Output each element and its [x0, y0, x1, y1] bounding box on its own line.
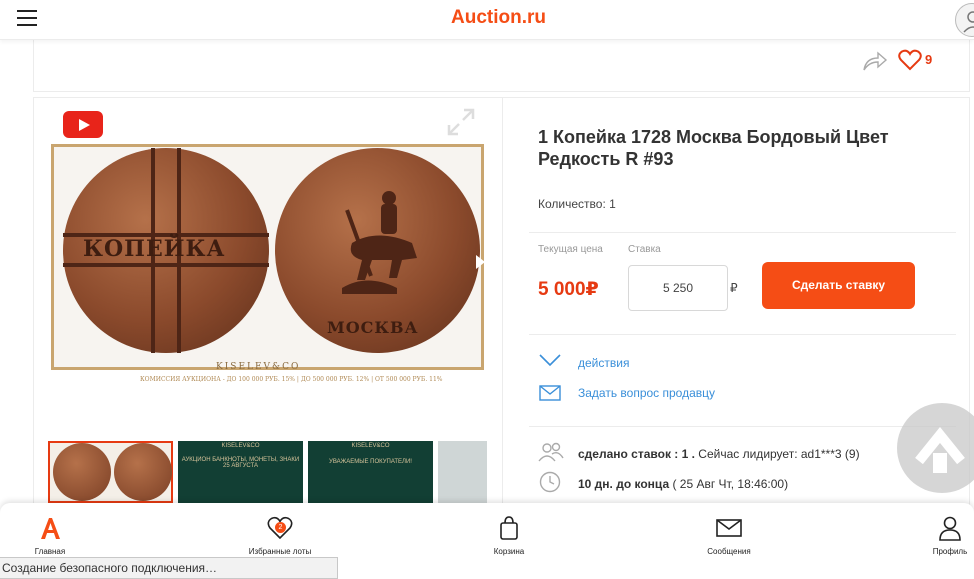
time-left-date: ( 25 Авг Чт, 18:46:00)	[669, 477, 789, 491]
fullscreen-icon[interactable]	[445, 106, 477, 143]
favorites-badge: 2	[275, 522, 286, 533]
separator	[529, 334, 956, 335]
bid-input[interactable]: 5 250	[628, 265, 728, 311]
people-icon	[538, 441, 564, 468]
separator	[529, 232, 956, 233]
thumb-coin-right	[114, 443, 172, 501]
hamburger-icon[interactable]	[17, 10, 37, 26]
bid-currency: ₽	[730, 281, 738, 295]
place-bid-button[interactable]: Сделать ставку	[762, 262, 915, 309]
nav-messages-label: Сообщения	[707, 547, 751, 556]
coin-obverse: КОПЕЙКА	[63, 148, 269, 353]
ask-seller-link[interactable]: Задать вопрос продавцу	[578, 386, 715, 400]
user-icon[interactable]	[955, 3, 974, 37]
current-price-label: Текущая цена	[538, 244, 603, 255]
bids-info: сделано ставок : 1 . Сейчас лидирует: ad…	[578, 447, 860, 461]
clock-icon	[539, 471, 561, 498]
nav-cart-label: Корзина	[493, 547, 525, 556]
nav-home-label: Главная	[34, 547, 66, 556]
thumbnail-1[interactable]	[48, 441, 173, 503]
time-left-days: 10 дн. до конца	[578, 477, 670, 491]
top-header: Auction.ru	[0, 0, 974, 40]
thumbnail-4[interactable]	[438, 441, 487, 503]
likes-count: 9	[925, 52, 933, 67]
thumbnail-3[interactable]: KISELEV&CO УВАЖАЕМЫЕ ПОКУПАТЕЛИ!	[308, 441, 433, 503]
home-logo-icon	[37, 515, 63, 541]
gallery-next-arrow[interactable]	[476, 255, 485, 269]
separator	[529, 426, 956, 427]
thumbnail-3-brand: KISELEV&CO	[351, 443, 390, 449]
user-icon	[937, 515, 963, 541]
thumbnail-3-text: УВАЖАЕМЫЕ ПОКУПАТЕЛИ!	[329, 459, 412, 465]
actions-link[interactable]: действия	[578, 356, 629, 370]
seller-brand-note: КОМИССИЯ АУКЦИОНА - ДО 100 000 РУБ. 15% …	[140, 376, 443, 383]
coin-obverse-inscription: КОПЕЙКА	[83, 236, 226, 262]
site-logo[interactable]: Auction.ru	[451, 7, 546, 29]
scroll-to-top-button[interactable]	[897, 403, 974, 493]
lot-title: 1 Копейка 1728 Москва Бордовый Цвет Редк…	[538, 127, 889, 169]
chevron-down-icon[interactable]	[538, 352, 562, 373]
bids-leader: Сейчас лидирует: ad1***3 (9)	[694, 447, 860, 461]
seller-brand: KISELEV&CO	[216, 362, 301, 372]
bag-icon	[496, 515, 522, 541]
heart-icon: 2	[267, 515, 293, 541]
arrow-up-icon	[915, 427, 965, 473]
coin-reverse-inscription: МОСКВА	[327, 318, 419, 337]
mail-icon	[716, 515, 742, 541]
bids-count: сделано ставок : 1 .	[578, 447, 695, 461]
thumbnail-2[interactable]: KISELEV&CO АУКЦИОН БАНКНОТЫ, МОНЕТЫ, ЗНА…	[178, 441, 303, 503]
browser-status-bar: Создание безопасного подключения…	[0, 557, 338, 579]
time-left: 10 дн. до конца ( 25 Авг Чт, 18:46:00)	[578, 477, 788, 491]
card-divider	[502, 97, 503, 517]
share-icon[interactable]	[862, 50, 888, 77]
mail-icon	[539, 385, 561, 406]
thumb-coin-left	[53, 443, 111, 501]
thumbnail-2-brand: KISELEV&CO	[221, 443, 260, 449]
youtube-icon[interactable]	[63, 111, 103, 138]
lot-quantity: Количество: 1	[538, 197, 616, 211]
st-george-rider	[342, 191, 417, 294]
current-price: 5 000₽	[538, 279, 599, 300]
thumbnail-2-text: АУКЦИОН БАНКНОТЫ, МОНЕТЫ, ЗНАКИ 25 АВГУС…	[181, 457, 300, 469]
nav-favorites-label: Избранные лоты	[248, 547, 312, 556]
favorite-heart-icon[interactable]	[898, 49, 922, 76]
bid-label: Ставка	[628, 244, 661, 255]
lot-toolbar-strip	[33, 40, 970, 92]
coin-reverse: МОСКВА	[275, 148, 480, 353]
nav-profile-label: Профиль	[932, 547, 968, 556]
main-lot-photo[interactable]: КОПЕЙКА МОСКВА	[51, 144, 484, 370]
